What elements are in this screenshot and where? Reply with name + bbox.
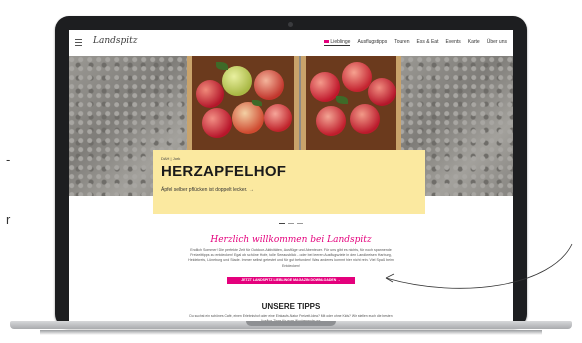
nav-item-ess-eat[interactable]: Ess & Eat xyxy=(417,39,439,46)
nav-label: Lieblinge xyxy=(330,39,351,45)
stray-letter-text: r xyxy=(6,212,11,227)
annotation-arrow-icon xyxy=(385,243,573,289)
nav-badge-icon xyxy=(324,40,330,44)
site-header: Landspitz Lieblinge Ausflugstipps Touren… xyxy=(69,30,513,56)
hero-card-link[interactable]: Äpfel selber pflücken ist doppelt lecker… xyxy=(161,187,254,193)
welcome-intro-text: Endlich Sommer! Die perfekte Zeit für Ou… xyxy=(188,248,394,268)
nav-item-events[interactable]: Events xyxy=(445,39,460,46)
download-magazine-button[interactable]: JETZT LANDSPITZ LIEBLINGE MAGAZIN DOWNLO… xyxy=(227,277,355,284)
slider-dot[interactable] xyxy=(288,223,294,224)
hero-card: DAH | Jork HERZAPFELHOF Äpfel selber pfl… xyxy=(153,150,425,214)
nav-item-lieblinge[interactable]: Lieblinge xyxy=(324,39,351,46)
nav-item-karte[interactable]: Karte xyxy=(468,39,480,46)
laptop-base xyxy=(0,321,582,343)
hero-card-title: HERZAPFELHOF xyxy=(161,163,287,180)
slider-dots xyxy=(279,223,303,224)
slider-dot[interactable] xyxy=(279,223,285,224)
hamburger-menu-icon[interactable] xyxy=(75,39,82,46)
nav-item-ueber-uns[interactable]: Über uns xyxy=(487,39,507,46)
main-nav: Lieblinge Ausflugstipps Touren Ess & Eat… xyxy=(324,39,507,46)
site-logo[interactable]: Landspitz xyxy=(93,36,138,46)
hero-card-tag: DAH | Jork xyxy=(161,156,181,161)
nav-item-touren[interactable]: Touren xyxy=(394,39,409,46)
nav-item-ausflugstipps[interactable]: Ausflugstipps xyxy=(357,39,387,46)
slider-dot[interactable] xyxy=(297,223,303,224)
tips-heading: UNSERE TIPPS xyxy=(261,302,321,311)
stray-dash-text: - xyxy=(6,152,11,167)
camera-icon xyxy=(288,22,293,27)
